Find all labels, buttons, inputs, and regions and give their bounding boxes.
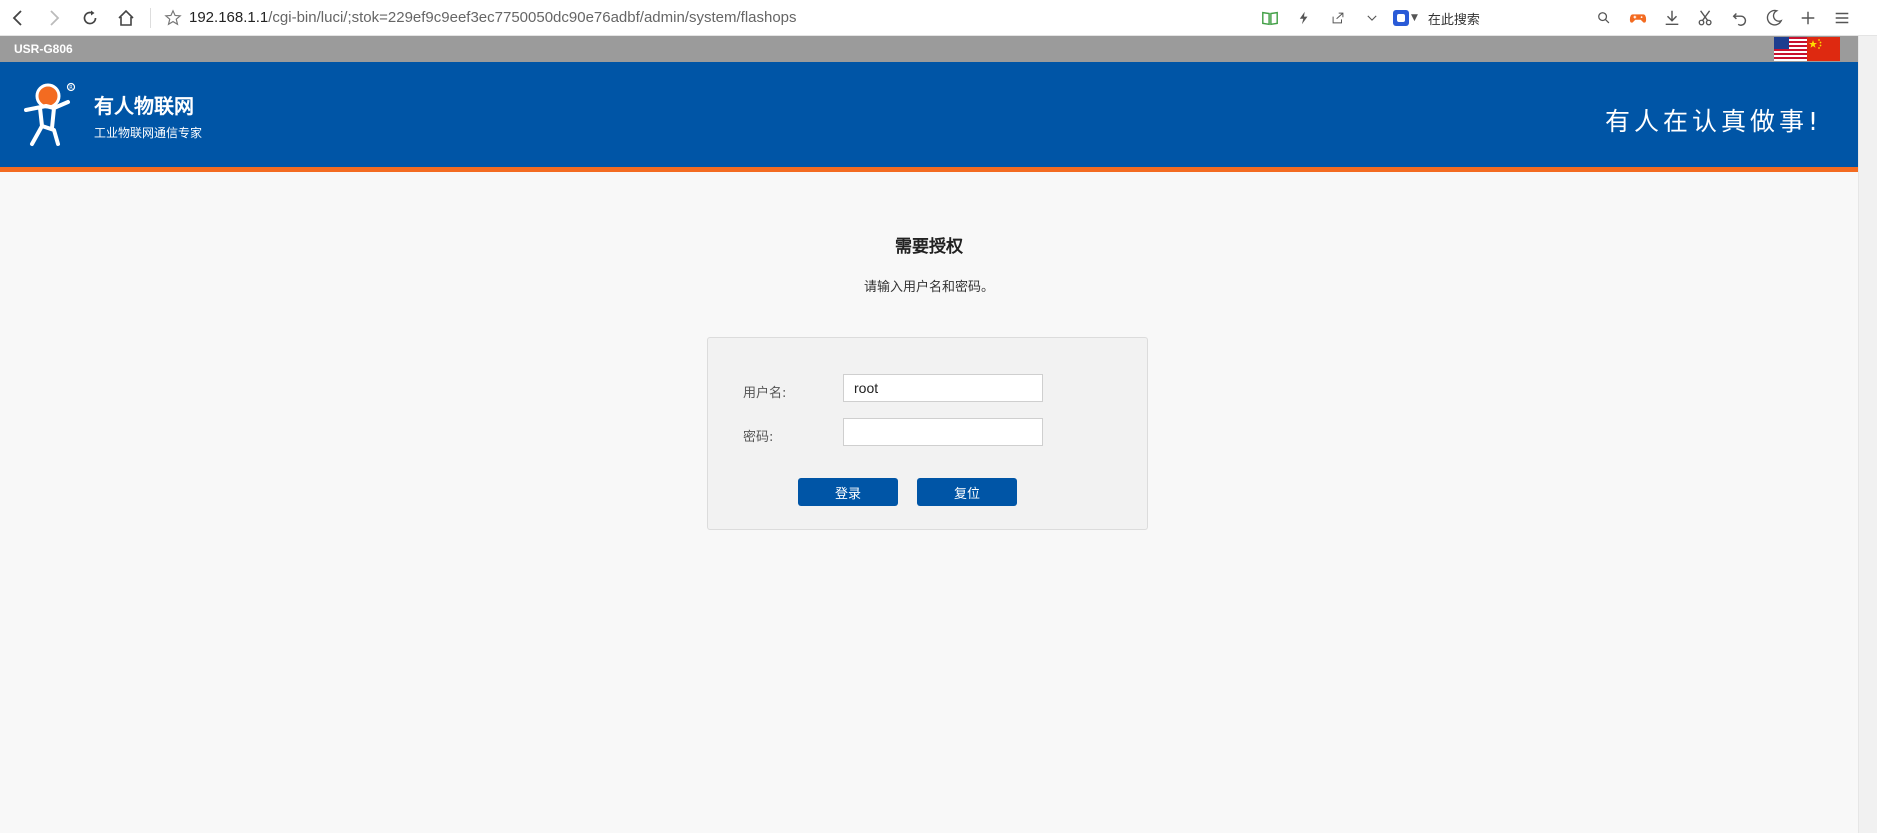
browser-right-tools: ▼ 在此搜索 [1253,0,1859,36]
brand-name: 有人物联网 [94,94,194,118]
game-button[interactable] [1621,0,1655,36]
chevron-down-icon [1367,15,1377,21]
download-icon [1665,10,1679,26]
menu-button[interactable] [1825,0,1859,36]
header-slogan: 有人在认真做事! [1604,107,1822,136]
home-icon [118,9,134,26]
address-dropdown-button[interactable] [1355,0,1389,36]
brand-subtitle: 工业物联网通信专家 [94,126,203,140]
login-form: 用户名: 密码: 登录 复位 [707,337,1148,530]
bookmark-star-button[interactable] [157,0,189,36]
reload-icon [83,10,97,24]
search-placeholder: 在此搜索 [1427,12,1480,28]
language-switcher [1774,37,1840,61]
svg-text:R: R [69,85,73,91]
reset-button[interactable]: 复位 [917,478,1017,506]
hamburger-icon [1835,12,1849,24]
address-bar[interactable]: 192.168.1.1/cgi-bin/luci/;stok=229ef9c9e… [157,0,1257,36]
url-path: /cgi-bin/luci/;stok=229ef9c9eef3ec775005… [268,9,797,26]
password-input[interactable] [843,418,1043,446]
search-engine-icon[interactable] [1393,10,1409,26]
url-host: 192.168.1.1 [189,9,269,26]
router-login-page: USR-G806 R 有人物联网 工业物联网通信专家 有人在认真做事! 需要授权… [0,36,1858,833]
back-button[interactable] [0,0,36,36]
search-box[interactable]: ▼ 在此搜索 [1393,4,1583,32]
username-input[interactable] [843,374,1043,402]
reload-button[interactable] [72,0,108,36]
device-model: USR-G806 [14,42,73,56]
auth-description: 请输入用户名和密码。 [863,280,994,295]
usr-iot-logo-icon: R [24,82,76,146]
login-button[interactable]: 登录 [798,478,898,506]
site-header: R 有人物联网 工业物联网通信专家 有人在认真做事! [0,62,1858,172]
auth-title: 需要授权 [895,237,963,257]
caret-down-icon: ▼ [1411,13,1418,23]
search-icon [1598,12,1610,24]
night-mode-button[interactable] [1757,0,1791,36]
screenshot-button[interactable] [1689,0,1723,36]
star-icon [164,8,182,26]
search-button[interactable] [1587,0,1621,36]
gamepad-icon [1629,14,1647,23]
undo-icon [1732,12,1747,26]
password-label: 密码: [743,430,774,445]
moon-icon [1766,9,1783,26]
home-button[interactable] [108,0,144,36]
model-strip: USR-G806 [0,36,1858,62]
share-button[interactable] [1321,0,1355,36]
browser-toolbar: 192.168.1.1/cgi-bin/luci/;stok=229ef9c9e… [0,0,1877,36]
username-label: 用户名: [743,386,787,401]
forward-button[interactable] [36,0,72,36]
chevron-left-icon [12,9,22,26]
us-flag-icon[interactable] [1774,37,1807,61]
plus-icon [1801,11,1815,25]
undo-close-button[interactable] [1723,0,1757,36]
lightning-icon [1299,11,1308,25]
page-scrollbar[interactable] [1858,36,1877,833]
new-tab-button[interactable] [1791,0,1825,36]
book-icon [1262,11,1278,26]
reader-mode-button[interactable] [1253,0,1287,36]
scissors-icon [1698,10,1712,26]
download-button[interactable] [1655,0,1689,36]
toolbar-divider [150,7,151,28]
speed-mode-button[interactable] [1287,0,1321,36]
url-text[interactable]: 192.168.1.1/cgi-bin/luci/;stok=229ef9c9e… [189,9,797,26]
china-flag-icon[interactable] [1807,37,1840,61]
chevron-right-icon [50,9,60,26]
share-icon [1332,12,1344,24]
